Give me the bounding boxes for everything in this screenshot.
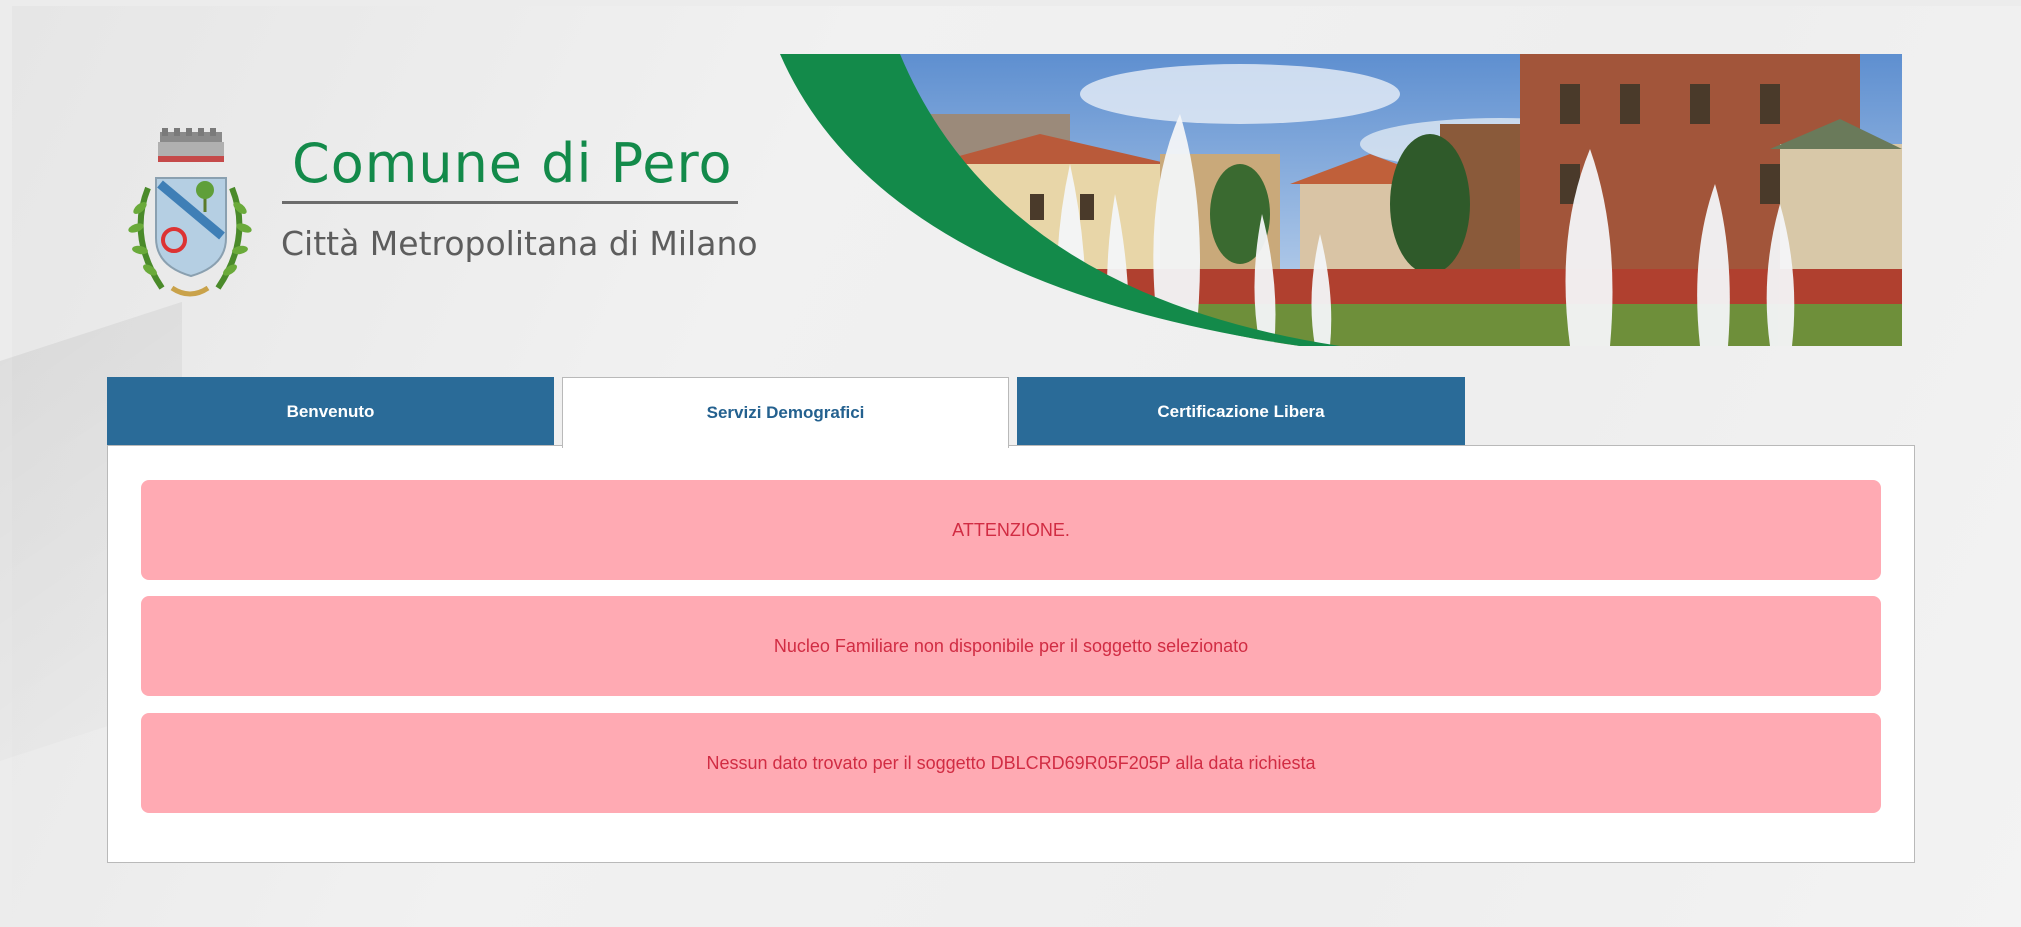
alert-no-data-found: Nessun dato trovato per il soggetto DBLC…: [141, 713, 1881, 813]
tab-certificazione-libera[interactable]: Certificazione Libera: [1017, 377, 1465, 447]
alert-attention: ATTENZIONE.: [141, 480, 1881, 580]
header-banner-image: [780, 54, 1902, 346]
alert-family-unavailable: Nucleo Familiare non disponibile per il …: [141, 596, 1881, 696]
alert-text: ATTENZIONE.: [952, 519, 1070, 540]
coat-of-arms-icon: [128, 128, 252, 297]
tab-servizi-demografici[interactable]: Servizi Demografici: [562, 377, 1009, 448]
alert-text: Nucleo Familiare non disponibile per il …: [773, 635, 1249, 656]
town-name: Comune di Pero: [292, 132, 733, 195]
title-divider: [282, 201, 738, 204]
town-subtitle: Città Metropolitana di Milano: [281, 224, 758, 263]
alert-text: Nessun dato trovato per il soggetto DBLC…: [706, 752, 1316, 773]
tab-benvenuto[interactable]: Benvenuto: [107, 377, 554, 447]
site-header: Comune di Pero Città Metropolitana di Mi…: [0, 0, 2021, 360]
